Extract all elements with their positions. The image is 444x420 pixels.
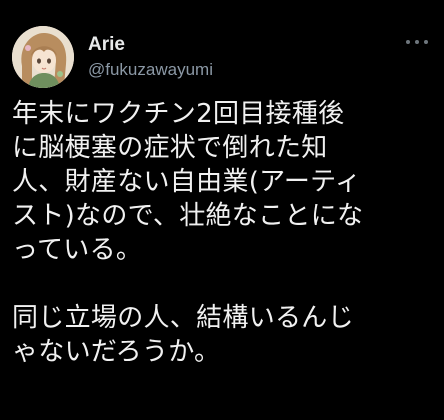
tweet-text-line: 人、財産ない自由業(アーティ: [12, 167, 362, 197]
more-options-icon[interactable]: [402, 34, 432, 48]
avatar[interactable]: [12, 26, 74, 88]
tweet-body: 年末にワクチン2回目接種後 に脳梗塞の症状で倒れた知 人、財産ない自由業(アーテ…: [12, 97, 436, 369]
tweet-text-line: っている。: [12, 235, 143, 265]
tweet-text-line: ゃないだろうか。: [12, 337, 221, 367]
avatar-illustration-icon: [12, 26, 74, 88]
tweet-text-line: スト)なので、壮絶なことにな: [12, 201, 364, 231]
tweet-text-line: 年末にワクチン2回目接種後: [12, 99, 345, 129]
tweet-text-line: 同じ立場の人、結構いるんじ: [12, 303, 354, 333]
tweet: Arie @fukuzawayumi 年末にワクチン2回目接種後 に脳梗塞の症状…: [0, 0, 444, 420]
tweet-text-line: に脳梗塞の症状で倒れた知: [12, 133, 328, 163]
author-handle[interactable]: @fukuzawayumi: [88, 60, 213, 80]
author-display-name[interactable]: Arie: [88, 34, 125, 56]
